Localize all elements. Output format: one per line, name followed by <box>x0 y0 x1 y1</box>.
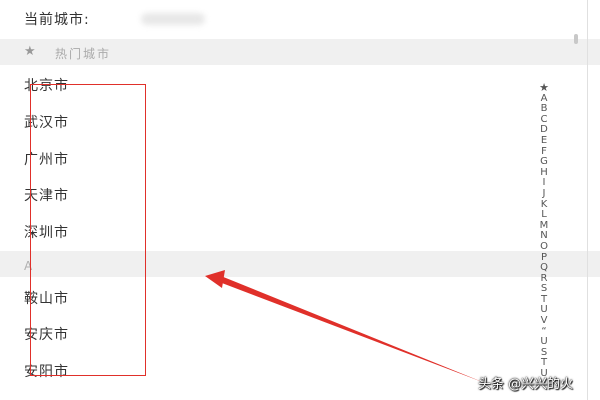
city-picker-screen: 当前城市: ★ 热门城市 北京市 武汉市 广州市 天津市 深圳市 A 鞍山市 安… <box>0 0 600 400</box>
star-icon: ★ <box>24 44 36 59</box>
annotation-arrow-shaft <box>214 274 485 383</box>
hot-cities-header: ★ 热门城市 <box>0 39 600 65</box>
current-city-row: 当前城市: <box>0 0 600 36</box>
alphabet-index-bar[interactable]: ★ A B C D E F G H I J K L M N O P Q R S T U V “U S T U <box>534 82 554 400</box>
index-letter[interactable]: J <box>534 188 554 200</box>
annotation-highlight-box <box>30 84 146 376</box>
index-star-icon[interactable]: ★ <box>534 82 554 94</box>
index-letter[interactable]: E <box>534 135 554 147</box>
watermark: 头条 @兴兴的火 <box>478 377 574 392</box>
current-city-value-redacted <box>141 13 205 25</box>
index-letter[interactable]: O <box>534 241 554 253</box>
current-city-label: 当前城市: <box>24 12 90 28</box>
scrollbar-thumb[interactable] <box>574 34 578 44</box>
right-divider <box>587 0 588 400</box>
hot-cities-title: 热门城市 <box>55 47 112 61</box>
